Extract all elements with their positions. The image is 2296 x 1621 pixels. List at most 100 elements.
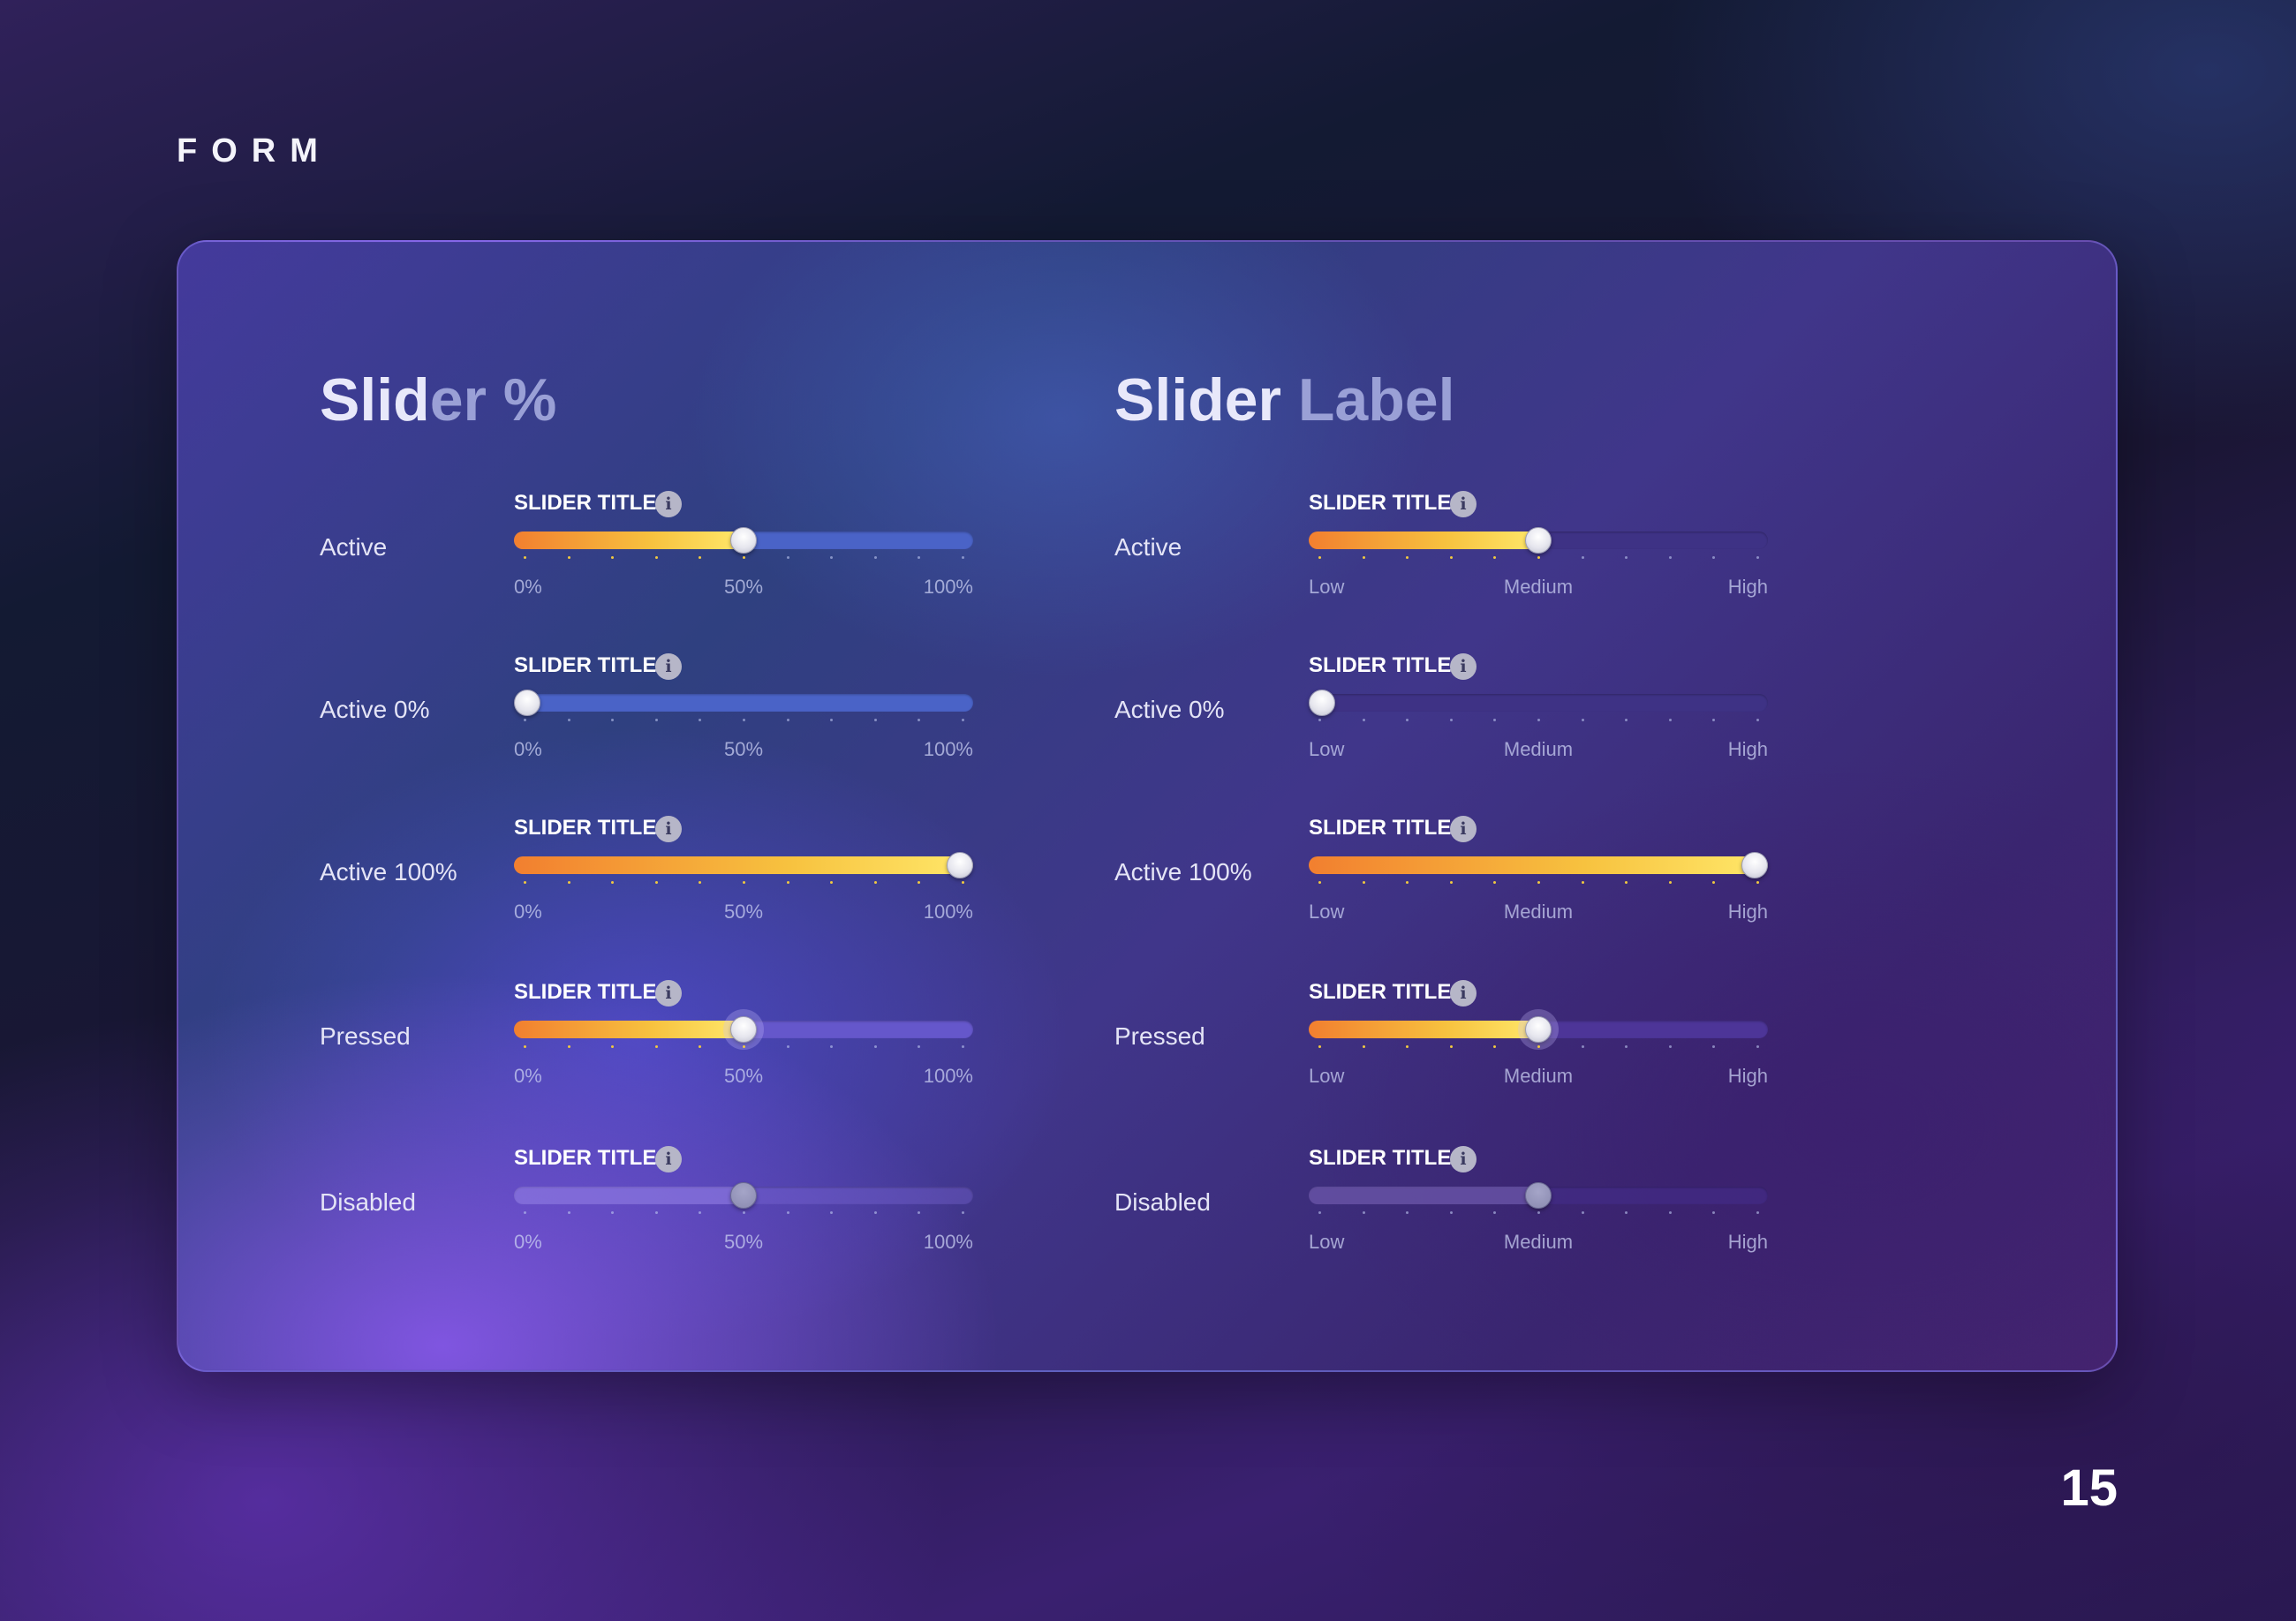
slider-fill — [514, 856, 973, 874]
tick-mark — [1318, 1211, 1321, 1214]
scale-label: Medium — [1503, 1231, 1574, 1253]
tick-mark — [786, 1045, 789, 1048]
scale-label: High — [1727, 1065, 1768, 1087]
slider-fill — [514, 1021, 744, 1038]
slider-track[interactable] — [514, 527, 973, 554]
tick-mark — [699, 881, 702, 884]
slider-thumb[interactable] — [514, 690, 540, 716]
slider-row: Disabled SLIDER TITLE: i Low Medium High — [1114, 1135, 1786, 1268]
scale-label: Medium — [1503, 901, 1574, 923]
slider-thumb[interactable] — [730, 1016, 757, 1043]
tick-mark — [1625, 719, 1628, 721]
scale-label: Low — [1309, 576, 1345, 598]
info-icon[interactable]: i — [655, 1146, 682, 1172]
scale-label: High — [1727, 576, 1768, 598]
slider-thumb[interactable] — [947, 852, 973, 878]
slider-track[interactable] — [1309, 527, 1768, 554]
slider[interactable]: SLIDER TITLE: i 0% 50% 100% — [514, 969, 973, 1102]
tick-mark — [1581, 1211, 1584, 1214]
info-icon[interactable]: i — [1450, 653, 1477, 680]
slider-track — [514, 1182, 973, 1209]
slider[interactable]: SLIDER TITLE: i 0% 50% 100% — [514, 480, 973, 613]
scale-label: 0% — [514, 1231, 542, 1253]
tick-mark — [654, 1211, 658, 1214]
slider-title: SLIDER TITLE: — [514, 653, 664, 677]
tick-mark — [830, 1045, 834, 1048]
tick-mark — [699, 1045, 702, 1048]
tick-mark — [1712, 719, 1716, 721]
tick-mark — [1449, 1045, 1453, 1048]
slider-track[interactable] — [514, 690, 973, 716]
slider-thumb[interactable] — [730, 527, 757, 554]
slider-ticks — [1309, 556, 1768, 562]
tick-mark — [1449, 1211, 1453, 1214]
info-icon[interactable]: i — [1450, 1146, 1477, 1172]
tick-mark — [1362, 1045, 1365, 1048]
slider-track[interactable] — [514, 852, 973, 878]
tick-mark — [962, 1045, 964, 1048]
slider[interactable]: SLIDER TITLE: i Low Medium High — [1309, 805, 1768, 938]
info-icon[interactable]: i — [655, 653, 682, 680]
column-title-part-b: Label — [1297, 366, 1455, 434]
scale-label: 50% — [723, 901, 764, 923]
slider-title: SLIDER TITLE: — [514, 980, 664, 1004]
row-label: Active — [320, 533, 388, 561]
slider[interactable]: SLIDER TITLE: i 0% 50% 100% — [514, 643, 973, 775]
slider-ticks — [514, 1211, 973, 1217]
slider[interactable]: SLIDER TITLE: i Low Medium High — [1309, 969, 1768, 1102]
slider-title: SLIDER TITLE: — [514, 491, 664, 515]
slider-track[interactable] — [514, 1016, 973, 1043]
row-label: Pressed — [320, 1022, 411, 1050]
tick-mark — [1712, 1211, 1716, 1214]
slider[interactable]: SLIDER TITLE: i Low Medium High — [1309, 480, 1768, 613]
row-label: Disabled — [320, 1188, 416, 1216]
tick-mark — [1756, 1211, 1759, 1214]
tick-mark — [743, 719, 745, 721]
tick-mark — [611, 556, 615, 559]
tick-mark — [1318, 881, 1321, 884]
tick-mark — [699, 1211, 702, 1214]
slider-track[interactable] — [1309, 690, 1768, 716]
tick-mark — [1406, 556, 1409, 559]
info-icon[interactable]: i — [655, 980, 682, 1007]
slider[interactable]: SLIDER TITLE: i 0% 50% 100% — [514, 805, 973, 938]
tick-mark — [1581, 719, 1584, 721]
tick-mark — [743, 881, 745, 884]
row-label: Active 0% — [320, 696, 430, 723]
info-icon[interactable]: i — [1450, 980, 1477, 1007]
slider-row: Active SLIDER TITLE: i Low Medium High — [1114, 480, 1786, 613]
info-icon[interactable]: i — [655, 816, 682, 842]
info-icon[interactable]: i — [1450, 491, 1477, 517]
tick-mark — [1406, 1045, 1409, 1048]
tick-mark — [1668, 1211, 1672, 1214]
slider-thumb[interactable] — [1741, 852, 1768, 878]
column-title: Slider % — [320, 366, 556, 434]
slider-ticks — [1309, 1211, 1768, 1217]
slider-track[interactable] — [1309, 852, 1768, 878]
tick-mark — [1362, 556, 1365, 559]
slider-row: Pressed SLIDER TITLE: i Low Medium High — [1114, 969, 1786, 1102]
tick-mark — [1537, 1045, 1540, 1048]
tick-mark — [1449, 719, 1453, 721]
tick-mark — [567, 1211, 570, 1214]
info-icon[interactable]: i — [1450, 816, 1477, 842]
slider-thumb[interactable] — [1525, 1016, 1552, 1043]
slider-thumb[interactable] — [1309, 690, 1335, 716]
tick-mark — [918, 1045, 921, 1048]
slider-track[interactable] — [1309, 1016, 1768, 1043]
column-title: Slider Label — [1114, 366, 1454, 434]
scale-label: 50% — [723, 1231, 764, 1253]
tick-mark — [1581, 881, 1584, 884]
slider[interactable]: SLIDER TITLE: i Low Medium High — [1309, 643, 1768, 775]
tick-mark — [873, 1045, 877, 1048]
scale-label: 50% — [723, 576, 764, 598]
slider-thumb[interactable] — [1525, 527, 1552, 554]
scale-label: 0% — [514, 576, 542, 598]
slider-row: Disabled SLIDER TITLE: i 0% 50% 100% — [320, 1135, 991, 1268]
info-icon[interactable]: i — [655, 491, 682, 517]
tick-mark — [1449, 556, 1453, 559]
tick-mark — [524, 881, 526, 884]
slider-title: SLIDER TITLE: — [1309, 1146, 1459, 1170]
scale-label: Medium — [1503, 576, 1574, 598]
tick-mark — [1537, 556, 1540, 559]
